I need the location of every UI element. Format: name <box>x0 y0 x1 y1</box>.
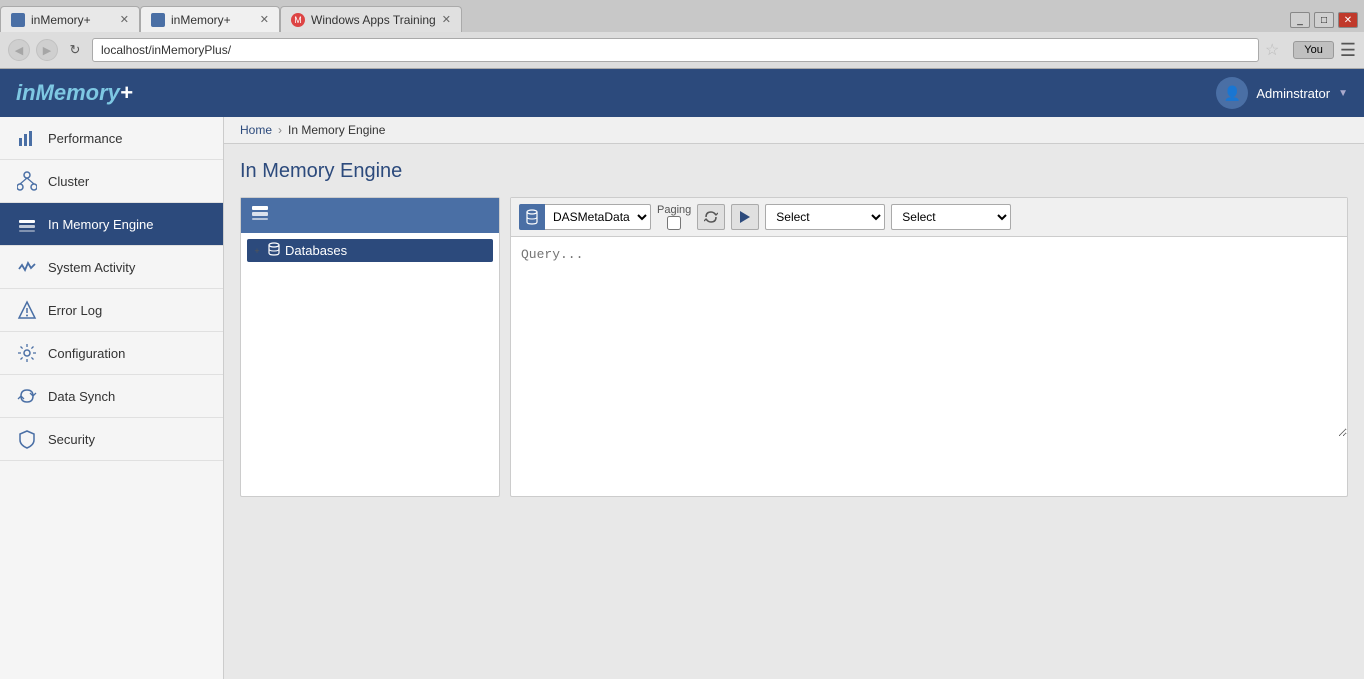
content-panels: + Databases <box>240 197 1348 497</box>
tab1-label: inMemory+ <box>31 13 91 27</box>
data-synch-icon <box>16 385 38 407</box>
query-toolbar: DASMetaData Paging <box>511 198 1347 237</box>
select1-dropdown[interactable]: Select <box>765 204 885 230</box>
app-logo: inMemory+ <box>16 80 133 106</box>
tab1-favicon <box>11 13 25 27</box>
configuration-icon <box>16 342 38 364</box>
tree-expand-databases[interactable]: + <box>251 245 263 257</box>
browser-tab-1[interactable]: inMemory+ ✕ <box>0 6 140 32</box>
user-name: Adminstrator <box>1256 86 1330 101</box>
sidebar-item-security[interactable]: Security <box>0 418 223 461</box>
sidebar-item-performance[interactable]: Performance <box>0 117 223 160</box>
tree-panel: + Databases <box>240 197 500 497</box>
tab2-favicon <box>151 13 165 27</box>
user-dropdown-arrow[interactable]: ▼ <box>1338 88 1348 99</box>
in-memory-engine-label: In Memory Engine <box>48 217 154 232</box>
sidebar-item-configuration[interactable]: Configuration <box>0 332 223 375</box>
tab2-label: inMemory+ <box>171 13 231 27</box>
breadcrumb-separator: › <box>278 123 282 137</box>
query-panel: DASMetaData Paging <box>510 197 1348 497</box>
select2-dropdown[interactable]: Select <box>891 204 1011 230</box>
window-minimize-btn[interactable]: _ <box>1290 12 1310 28</box>
db-icon <box>519 204 545 230</box>
sidebar-item-in-memory-engine[interactable]: In Memory Engine <box>0 203 223 246</box>
refresh-button[interactable] <box>697 204 725 230</box>
breadcrumb-current: In Memory Engine <box>288 123 385 137</box>
browser-menu-button[interactable]: ☰ <box>1340 40 1356 61</box>
browser-tab-3[interactable]: M Windows Apps Training ✕ <box>280 6 462 32</box>
address-bar[interactable]: localhost/inMemoryPlus/ <box>92 38 1259 62</box>
cluster-label: Cluster <box>48 174 89 189</box>
header-right: 👤 Adminstrator ▼ <box>1216 77 1348 109</box>
sidebar-item-cluster[interactable]: Cluster <box>0 160 223 203</box>
tab3-close[interactable]: ✕ <box>442 13 451 26</box>
sidebar-item-system-activity[interactable]: System Activity <box>0 246 223 289</box>
tree-panel-header <box>241 198 499 233</box>
performance-icon <box>16 127 38 149</box>
tab1-close[interactable]: ✕ <box>120 13 129 26</box>
tab2-close[interactable]: ✕ <box>260 13 269 26</box>
reload-button[interactable]: ↻ <box>64 39 86 61</box>
configuration-label: Configuration <box>48 346 125 361</box>
user-avatar: 👤 <box>1216 77 1248 109</box>
in-memory-engine-icon <box>16 213 38 235</box>
app-header: inMemory+ 👤 Adminstrator ▼ <box>0 69 1364 117</box>
db-select[interactable]: DASMetaData <box>545 204 651 230</box>
error-log-icon <box>16 299 38 321</box>
forward-button[interactable]: ▶ <box>36 39 58 61</box>
window-close-btn[interactable]: ✕ <box>1338 12 1358 28</box>
breadcrumb-home[interactable]: Home <box>240 123 272 137</box>
tree-panel-body: + Databases <box>241 233 499 268</box>
security-icon <box>16 428 38 450</box>
sidebar: Performance Cluster In Memory Engine Sys… <box>0 117 224 679</box>
main-content: Home › In Memory Engine In Memory Engine… <box>224 117 1364 679</box>
user-button[interactable]: You <box>1293 41 1334 59</box>
tab3-favicon: M <box>291 13 305 27</box>
db-select-wrapper: DASMetaData <box>519 204 651 230</box>
page-area: In Memory Engine + <box>224 144 1364 513</box>
paging-control: Paging <box>657 204 691 230</box>
page-title: In Memory Engine <box>240 160 1348 183</box>
window-maximize-btn[interactable]: □ <box>1314 12 1334 28</box>
sidebar-item-data-synch[interactable]: Data Synch <box>0 375 223 418</box>
cluster-icon <box>16 170 38 192</box>
breadcrumb: Home › In Memory Engine <box>224 117 1364 144</box>
bookmark-button[interactable]: ☆ <box>1265 40 1279 60</box>
app-logo-text: inMemory <box>16 80 120 105</box>
system-activity-label: System Activity <box>48 260 135 275</box>
databases-label: Databases <box>285 243 347 258</box>
tree-item-databases[interactable]: + Databases <box>247 239 493 262</box>
tree-panel-icon <box>251 204 269 227</box>
run-button[interactable] <box>731 204 759 230</box>
system-activity-icon <box>16 256 38 278</box>
tab3-label: Windows Apps Training <box>311 13 436 27</box>
paging-checkbox[interactable] <box>667 216 681 230</box>
back-button[interactable]: ◀ <box>8 39 30 61</box>
data-synch-label: Data Synch <box>48 389 115 404</box>
error-log-label: Error Log <box>48 303 102 318</box>
performance-label: Performance <box>48 131 122 146</box>
databases-icon <box>267 242 281 259</box>
paging-label: Paging <box>657 204 691 216</box>
security-label: Security <box>48 432 95 447</box>
address-text: localhost/inMemoryPlus/ <box>101 43 231 57</box>
query-textarea[interactable] <box>511 237 1347 437</box>
sidebar-item-error-log[interactable]: Error Log <box>0 289 223 332</box>
browser-tab-2[interactable]: inMemory+ ✕ <box>140 6 280 32</box>
